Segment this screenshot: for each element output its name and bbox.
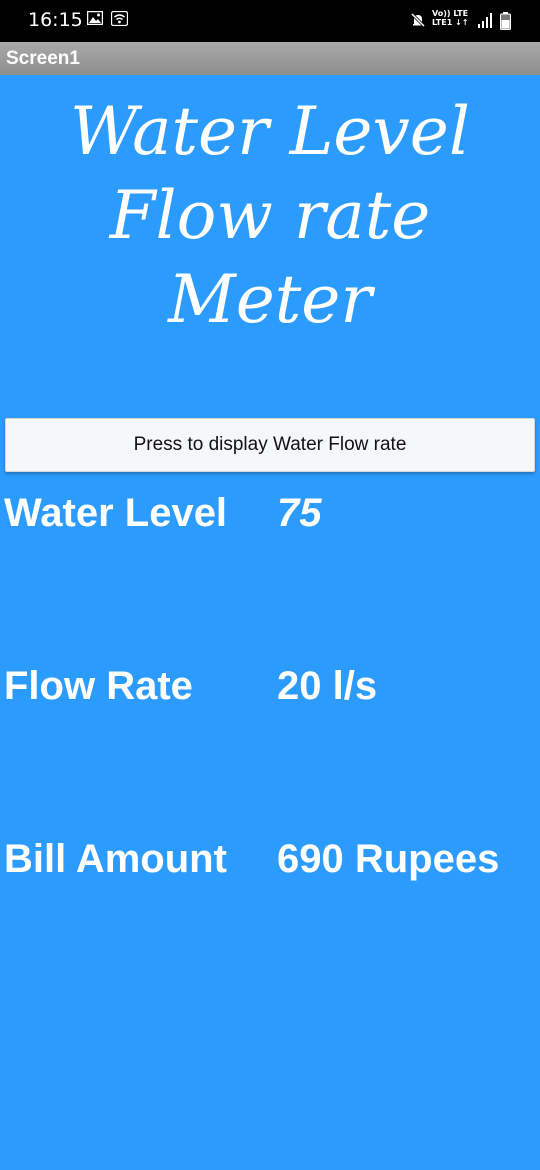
mute-icon <box>410 12 426 33</box>
bill-amount-label: Bill Amount <box>4 837 227 881</box>
image-icon <box>86 10 104 30</box>
app-title-line-2: Flow rate <box>109 177 431 254</box>
wifi-icon <box>110 10 129 31</box>
network-type-bottom: LTE1 ↓↑ <box>432 18 469 27</box>
status-time: 16:15 <box>28 9 83 31</box>
app-title: Water Level Flow rate Meter <box>0 90 540 342</box>
water-level-row: Water Level 75 <box>0 488 540 538</box>
volte-lte-icon: Vo)) LTE LTE1 ↓↑ <box>432 9 468 27</box>
water-level-value: 75 <box>277 491 322 535</box>
bill-amount-value: 690 Rupees <box>277 837 500 881</box>
battery-icon <box>500 12 511 35</box>
signal-icon <box>478 13 492 33</box>
app-title-line-1: Water Level <box>70 93 470 170</box>
water-level-label: Water Level <box>4 491 228 535</box>
display-flow-rate-button[interactable]: Press to display Water Flow rate <box>5 418 535 472</box>
flow-rate-row: Flow Rate 20 l/s <box>0 661 540 711</box>
title-bar: Screen1 <box>0 42 540 75</box>
status-bar: 16:15 Vo)) LTE LTE1 ↓↑ <box>0 0 540 42</box>
network-type-top: Vo)) LTE <box>432 9 469 18</box>
flow-rate-value: 20 l/s <box>277 664 378 708</box>
flow-rate-label: Flow Rate <box>4 664 193 708</box>
screen-title: Screen1 <box>6 48 80 69</box>
bill-amount-row: Bill Amount 690 Rupees <box>0 834 540 884</box>
app-title-line-3: Meter <box>168 261 372 338</box>
